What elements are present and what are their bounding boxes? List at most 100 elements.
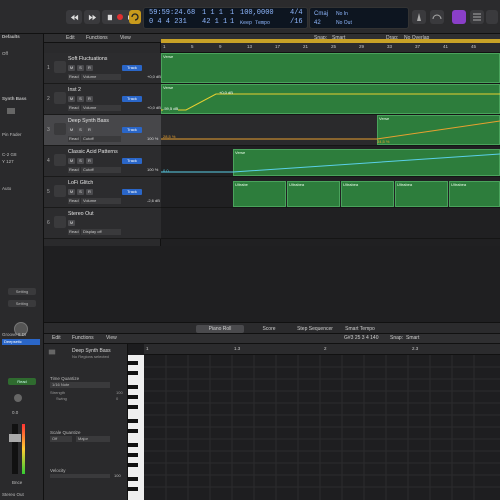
- mute-button[interactable]: M: [68, 65, 75, 71]
- region[interactable]: Verse: [161, 53, 500, 83]
- functions-menu[interactable]: Functions: [86, 35, 108, 41]
- automation-param[interactable]: Display off: [81, 229, 121, 235]
- track-header[interactable]: 3 Deep Synth Bass M S R Track Read Cutof…: [44, 115, 161, 146]
- track-header[interactable]: 6 Stereo Out M Read Display off: [44, 208, 161, 239]
- automation-mode[interactable]: Read: [68, 74, 80, 80]
- tab-score[interactable]: Score: [254, 325, 284, 333]
- track-lane[interactable]: Ultrabe Ultrabea Ultrabea Ultrabea Ultra…: [161, 177, 500, 208]
- automation-curve[interactable]: [161, 84, 500, 114]
- metronome-button[interactable]: [412, 10, 426, 24]
- timeline-ruler[interactable]: 1 5 9 13 17 21 25 29 33 37 41 45: [161, 43, 500, 53]
- automation-param[interactable]: Volume: [81, 105, 121, 111]
- tab-smart-tempo[interactable]: Smart Tempo: [340, 325, 380, 333]
- inspector-off[interactable]: Off: [2, 51, 8, 56]
- piano-roll-grid[interactable]: [144, 355, 500, 500]
- track-name[interactable]: Classic Acid Patterns: [68, 149, 118, 155]
- cycle-button[interactable]: [129, 10, 141, 24]
- record-enable-button[interactable]: R: [86, 96, 93, 102]
- track-header[interactable]: 5 LoFi Glitch M S R Track Read Volume -2…: [44, 177, 161, 208]
- inspector-channel[interactable]: Deepsetic: [2, 339, 40, 345]
- track-button[interactable]: Track: [122, 189, 142, 195]
- mute-button[interactable]: M: [68, 158, 75, 164]
- record-enable-button[interactable]: R: [86, 65, 93, 71]
- record-enable-button[interactable]: R: [86, 158, 93, 164]
- edit-menu[interactable]: Edit: [66, 35, 75, 41]
- region[interactable]: Ultrabe: [233, 181, 286, 207]
- velocity-value[interactable]: 100: [114, 473, 121, 478]
- lcd-tempo-mode[interactable]: Keep Tempo: [240, 19, 270, 28]
- track-button[interactable]: Track: [122, 65, 142, 71]
- mute-button[interactable]: M: [68, 189, 75, 195]
- track-header[interactable]: 4 Classic Acid Patterns M S R Track Read…: [44, 146, 161, 177]
- scale-major-select[interactable]: Major: [76, 436, 110, 442]
- region[interactable]: Ultrabea: [287, 181, 340, 207]
- velocity-slider[interactable]: [50, 474, 110, 478]
- solo-button[interactable]: S: [77, 96, 84, 102]
- track-name[interactable]: Inst 2: [68, 87, 81, 93]
- tab-piano-roll[interactable]: Piano Roll: [196, 325, 244, 333]
- pr-edit-menu[interactable]: Edit: [52, 335, 61, 341]
- lcd-key-display[interactable]: Cmaj 42 No In No Out: [309, 7, 409, 29]
- tab-step-sequencer[interactable]: Step Sequencer: [290, 325, 340, 333]
- automation-param[interactable]: Volume: [81, 198, 121, 204]
- inspector-knob[interactable]: [14, 394, 22, 402]
- automation-curve[interactable]: [161, 115, 500, 145]
- inspector-header[interactable]: Defaults: [2, 34, 20, 39]
- track-button[interactable]: Track: [122, 158, 142, 164]
- record-enable-button[interactable]: R: [86, 189, 93, 195]
- track-lane[interactable]: [161, 208, 500, 239]
- region[interactable]: Ultrabea: [449, 181, 500, 207]
- list-editors-button[interactable]: [470, 10, 484, 24]
- automation-param[interactable]: Cutoff: [81, 136, 121, 142]
- record-enable-button[interactable]: R: [86, 127, 93, 133]
- track-button[interactable]: Track: [122, 127, 142, 133]
- fast-forward-button[interactable]: [84, 10, 100, 24]
- automation-param[interactable]: Volume: [81, 74, 121, 80]
- automation-mode[interactable]: Read: [68, 229, 80, 235]
- lcd-display[interactable]: 59:59:24.68 0 4 4 231 1 1 1 42 1 1 1 1 1…: [143, 7, 308, 29]
- browser-button[interactable]: [486, 10, 498, 24]
- track-header[interactable]: 2 Inst 2 M S R Track Read Volume +0,0 dB: [44, 84, 161, 115]
- track-name[interactable]: LoFi Glitch: [68, 180, 93, 186]
- automation-param[interactable]: Cutoff: [81, 167, 121, 173]
- arrange-area[interactable]: Verse Verse -59,5 dB +0,0 dB Verse 28,5 …: [161, 53, 500, 246]
- track-header[interactable]: 1 Soft Fluctuations M S R Track Read Vol…: [44, 53, 161, 84]
- track-lane[interactable]: Verse -59,5 dB +0,0 dB: [161, 84, 500, 115]
- track-name[interactable]: Stereo Out: [68, 211, 94, 217]
- view-menu[interactable]: View: [120, 35, 131, 41]
- track-lane[interactable]: Verse: [161, 53, 500, 84]
- setting-button-1[interactable]: Setting: [8, 288, 36, 295]
- region[interactable]: Ultrabea: [395, 181, 448, 207]
- solo-button[interactable]: S: [77, 127, 84, 133]
- mute-button[interactable]: M: [68, 96, 75, 102]
- lcd-signature[interactable]: 4/4: [290, 9, 303, 18]
- volume-fader[interactable]: [9, 424, 21, 474]
- mute-button[interactable]: M: [68, 220, 75, 226]
- inspector-auto[interactable]: Auto: [2, 186, 11, 191]
- track-name[interactable]: Soft Fluctuations: [68, 56, 107, 62]
- automation-curve[interactable]: [161, 146, 500, 176]
- swing-value[interactable]: 0: [116, 396, 118, 401]
- track-lane[interactable]: Verse 28,5 % 34,5 %: [161, 115, 500, 146]
- scale-off-select[interactable]: Off: [50, 436, 72, 442]
- inspector-pin-fader[interactable]: Pin Fader: [2, 132, 22, 137]
- pr-view-menu[interactable]: View: [106, 335, 117, 341]
- inspector-region-name[interactable]: Synth Bass: [2, 96, 27, 101]
- solo-button[interactable]: S: [77, 189, 84, 195]
- record-button[interactable]: [112, 10, 128, 24]
- rewind-button[interactable]: [66, 10, 82, 24]
- track-lane[interactable]: Verse 0,0: [161, 146, 500, 177]
- lcd-key[interactable]: Cmaj: [314, 10, 328, 19]
- solo-button[interactable]: S: [77, 65, 84, 71]
- quantize-select[interactable]: 1/16 Note: [50, 382, 110, 388]
- count-in-button[interactable]: [452, 10, 466, 24]
- automation-mode[interactable]: Read: [68, 167, 80, 173]
- inspector-read[interactable]: Read: [8, 378, 36, 385]
- region[interactable]: Ultrabea: [341, 181, 394, 207]
- track-button[interactable]: Track: [122, 96, 142, 102]
- mute-button[interactable]: M: [68, 127, 75, 133]
- piano-roll-ruler[interactable]: 1 1.3 2 2.3: [144, 344, 500, 355]
- inspector-bnce[interactable]: Bnce: [12, 480, 22, 485]
- strength-value[interactable]: 100: [116, 390, 123, 395]
- piano-keyboard[interactable]: [128, 355, 144, 500]
